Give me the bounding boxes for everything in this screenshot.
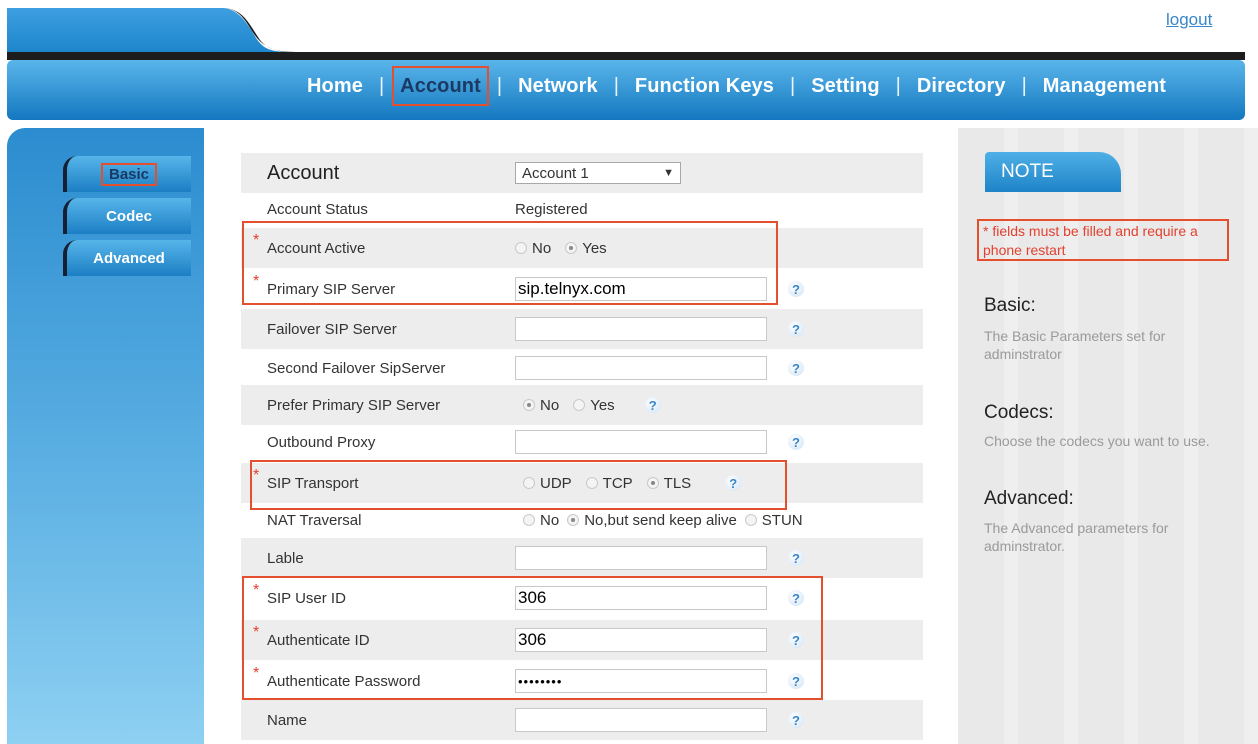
nav-tab-home[interactable]: Home: [303, 72, 367, 100]
help-icon[interactable]: ?: [788, 281, 804, 297]
nav-tab-account[interactable]: Account: [392, 66, 489, 106]
nav-separator: |: [613, 74, 619, 97]
sidebar-item-basic[interactable]: Basic: [63, 156, 191, 192]
help-icon[interactable]: ?: [788, 712, 804, 728]
sidebar-item-label: Codec: [106, 207, 152, 225]
field-label: NAT Traversal: [267, 511, 362, 529]
prefer-primary-yes-radio[interactable]: Yes: [573, 397, 615, 414]
field-label: Failover SIP Server: [267, 320, 397, 338]
field-label: Lable: [267, 549, 304, 567]
nat-stun-radio[interactable]: STUN: [744, 512, 803, 529]
note-text-basic: The Basic Parameters set for adminstrato…: [984, 328, 1166, 362]
form-title: Account: [267, 161, 340, 184]
note-text-advanced: The Advanced parameters for adminstrator…: [984, 520, 1169, 554]
note-heading-basic: Basic:: [984, 295, 1036, 316]
row-outbound-proxy: Outbound Proxy ?: [241, 422, 923, 462]
highlight-box: [242, 221, 778, 305]
note-heading-advanced: Advanced:: [984, 488, 1074, 509]
sidebar-item-label: Basic: [100, 162, 158, 186]
row-name: Name ?: [241, 700, 923, 740]
sidebar-item-codec[interactable]: Codec: [63, 198, 191, 234]
name-input[interactable]: [515, 708, 767, 732]
note-text-codecs: Choose the codecs you want to use.: [984, 433, 1210, 449]
field-label: Second Failover SipServer: [267, 359, 446, 377]
lable-input[interactable]: [515, 546, 767, 570]
left-sidebar: Basic Codec Advanced: [7, 128, 204, 744]
second-failover-input[interactable]: [515, 356, 767, 380]
help-icon[interactable]: ?: [644, 397, 661, 413]
required-fields-note: * fields must be filled and require a ph…: [977, 219, 1229, 261]
sidebar-item-advanced[interactable]: Advanced: [63, 240, 191, 276]
note-tab: NOTE: [985, 152, 1121, 192]
nav-separator: |: [378, 74, 385, 97]
nav-separator: |: [1021, 74, 1027, 97]
sidebar-item-label: Advanced: [93, 249, 165, 267]
failover-sip-server-input[interactable]: [515, 317, 767, 341]
highlight-box: [242, 576, 823, 700]
help-icon[interactable]: ?: [788, 434, 804, 450]
help-icon[interactable]: ?: [788, 321, 804, 337]
nav-tab-management[interactable]: Management: [1039, 72, 1170, 100]
account-select-value: Account 1: [522, 164, 589, 182]
highlight-box: [250, 460, 787, 510]
note-heading-codecs: Codecs:: [984, 402, 1054, 423]
prefer-primary-no-radio[interactable]: No: [523, 397, 559, 414]
nav-separator: |: [496, 74, 503, 97]
nav-separator: |: [789, 74, 796, 97]
nav-tab-setting[interactable]: Setting: [807, 72, 883, 100]
row-lable: Lable ?: [241, 538, 923, 578]
field-label: Name: [267, 711, 308, 729]
account-form: Account Account 1 ▼ Account Status Regis…: [204, 128, 958, 744]
row-failover-sip-server: Failover SIP Server ?: [241, 309, 923, 349]
nat-no-radio[interactable]: No: [523, 512, 559, 529]
help-icon[interactable]: ?: [788, 360, 804, 376]
account-select[interactable]: Account 1 ▼: [515, 162, 681, 184]
outbound-proxy-input[interactable]: [515, 430, 767, 454]
help-icon[interactable]: ?: [788, 550, 804, 566]
account-status-value: Registered: [515, 200, 588, 218]
dropdown-arrow-icon: ▼: [663, 167, 674, 179]
row-second-failover: Second Failover SipServer ?: [241, 348, 923, 388]
field-label: Account Status: [267, 200, 368, 218]
nav-tab-directory[interactable]: Directory: [913, 72, 1010, 100]
nav-tab-function-keys[interactable]: Function Keys: [631, 72, 778, 100]
nav-tab-network[interactable]: Network: [514, 72, 602, 100]
nav-separator: |: [895, 74, 901, 97]
field-label: Prefer Primary SIP Server: [267, 396, 441, 414]
form-title-row: Account Account 1 ▼: [241, 153, 923, 193]
nat-keep-alive-radio[interactable]: No,but send keep alive: [567, 512, 737, 529]
field-label: Outbound Proxy: [267, 433, 376, 451]
row-prefer-primary: Prefer Primary SIP Server No Yes ?: [241, 385, 923, 425]
logout-link[interactable]: logout: [1166, 10, 1212, 30]
note-panel: NOTE * fields must be filled and require…: [958, 128, 1258, 744]
main-nav: Home | Account | Network | Function Keys…: [0, 60, 1258, 116]
